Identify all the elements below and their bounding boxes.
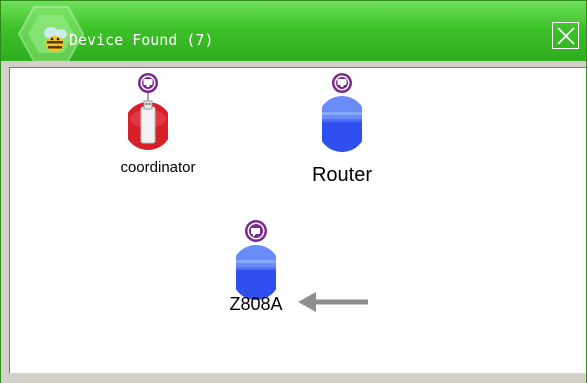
router-icon xyxy=(318,73,366,152)
network-topology-canvas[interactable]: coordinator Router Z808A xyxy=(9,67,586,373)
device-found-window: Device Found (7) coordinator Router Z808… xyxy=(0,0,587,383)
z808a-label: Z808A xyxy=(229,294,283,314)
router-label: Router xyxy=(311,164,373,186)
close-button[interactable] xyxy=(552,22,579,49)
title-bar[interactable]: Device Found (7) xyxy=(1,1,586,62)
coordinator-icon xyxy=(124,73,172,150)
window-title: Device Found (7) xyxy=(69,31,214,49)
bee-logo-icon xyxy=(44,27,67,52)
coordinator-label: coordinator xyxy=(120,159,196,176)
end-device-icon xyxy=(232,220,280,300)
router-node[interactable] xyxy=(318,72,366,152)
coordinator-node[interactable] xyxy=(124,72,172,156)
bottom-border xyxy=(1,373,586,383)
z808a-node[interactable] xyxy=(232,219,280,301)
arrow-left-icon xyxy=(298,292,368,312)
close-icon xyxy=(557,27,575,45)
